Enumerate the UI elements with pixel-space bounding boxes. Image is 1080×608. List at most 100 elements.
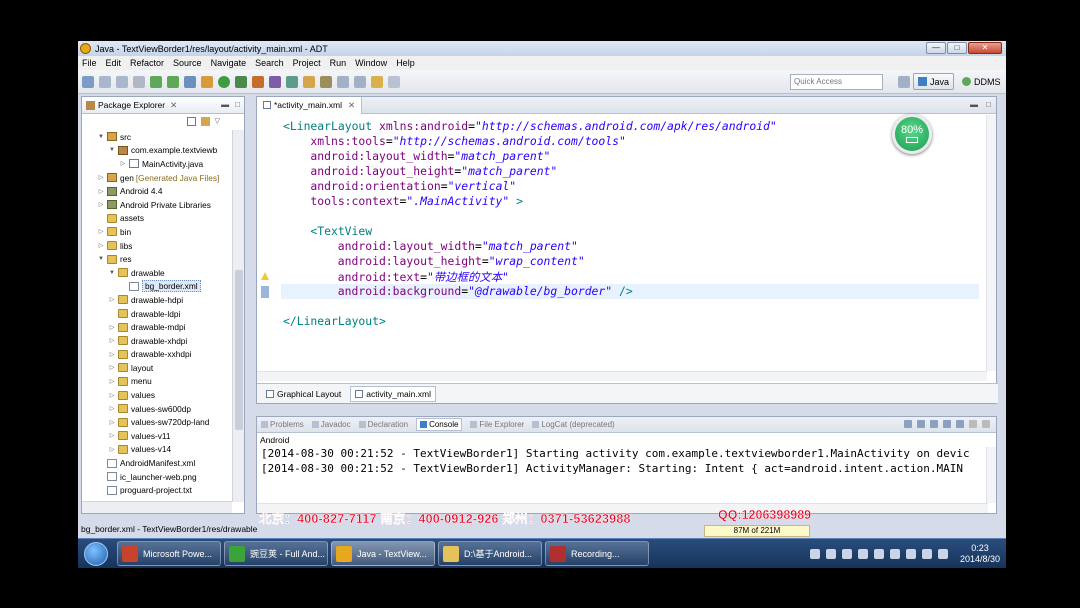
tree-item[interactable]: AndroidManifest.xml — [82, 456, 232, 470]
new-class-icon[interactable] — [286, 75, 298, 88]
tree-item[interactable]: ▷ libs — [82, 239, 232, 253]
expand-toggle-icon[interactable]: ▷ — [108, 351, 116, 358]
tree-item[interactable]: ▼ drawable — [82, 266, 232, 280]
save-icon[interactable] — [99, 75, 111, 88]
expand-toggle-icon[interactable]: ▷ — [108, 324, 116, 331]
tree-item[interactable]: ▷ values-v14 — [82, 443, 232, 457]
package-explorer-tab[interactable]: Package Explorer ✕ — [82, 97, 244, 114]
maximize-view-icon[interactable]: □ — [235, 100, 240, 109]
console-minimize-icon[interactable] — [969, 420, 977, 428]
console-view-tab[interactable]: LogCat (deprecated) — [532, 420, 615, 429]
next-annotation-icon[interactable] — [337, 75, 349, 88]
expand-toggle-icon[interactable]: ▷ — [108, 405, 116, 412]
display-console-icon[interactable] — [943, 420, 951, 428]
expand-toggle-icon[interactable]: ▷ — [97, 201, 105, 208]
console-view-tab[interactable]: Declaration — [358, 420, 408, 429]
speaker-icon[interactable] — [937, 549, 948, 559]
expand-toggle-icon[interactable]: ▼ — [108, 147, 116, 153]
expand-toggle-icon[interactable]: ▷ — [108, 419, 116, 426]
print-icon[interactable] — [133, 75, 145, 88]
clock[interactable]: 0:23 2014/8/30 — [960, 543, 1000, 565]
tree-item[interactable]: ▷ gen [Generated Java Files] — [82, 171, 232, 185]
menu-help[interactable]: Help — [396, 58, 415, 68]
tree-item[interactable]: ▼ com.example.textviewb — [82, 144, 232, 158]
editor-minimize-icon[interactable]: ▬ — [970, 100, 978, 109]
minimize-button[interactable]: — — [926, 42, 946, 54]
editor-vscrollbar[interactable] — [986, 115, 996, 371]
battery-badge[interactable]: 80% — [892, 114, 932, 154]
editor-maximize-icon[interactable]: □ — [986, 100, 991, 109]
maximize-button[interactable]: □ — [947, 42, 967, 54]
app-tray-icon[interactable] — [857, 549, 868, 559]
expand-toggle-icon[interactable]: ▷ — [97, 242, 105, 249]
open-console-icon[interactable] — [956, 420, 964, 428]
perspective-ddms-button[interactable]: DDMS — [957, 73, 1006, 90]
package-explorer-scrollbar[interactable] — [232, 130, 244, 502]
console-view-tab[interactable]: File Explorer — [470, 420, 524, 429]
forward-icon[interactable] — [388, 75, 400, 88]
expand-toggle-icon[interactable]: ▼ — [108, 270, 116, 276]
expand-toggle-icon[interactable]: ▷ — [119, 160, 127, 167]
console-view-tab[interactable]: Console — [416, 418, 463, 431]
pin-console-icon[interactable] — [930, 420, 938, 428]
clear-console-icon[interactable] — [904, 420, 912, 428]
volume-icon[interactable] — [889, 549, 900, 559]
window-title-bar[interactable]: Java - TextViewBorder1/res/layout/activi… — [78, 41, 1006, 56]
tree-item[interactable]: ▷ drawable-hdpi — [82, 293, 232, 307]
menu-file[interactable]: File — [82, 58, 97, 68]
taskbar-button[interactable]: 豌豆荚 - Full And... — [224, 541, 328, 566]
tree-item[interactable]: bg_border.xml — [82, 280, 232, 294]
scroll-lock-icon[interactable] — [917, 420, 925, 428]
tree-item[interactable]: ▷ drawable-xhdpi — [82, 334, 232, 348]
bluetooth-icon[interactable] — [905, 549, 916, 559]
expand-toggle-icon[interactable]: ▷ — [97, 174, 105, 181]
minimize-view-icon[interactable]: ▬ — [221, 100, 229, 109]
code-area[interactable]: <LinearLayout xmlns:android="http://sche… — [257, 115, 987, 371]
tree-item[interactable]: ▷ values-sw720dp-land — [82, 415, 232, 429]
lint-check-icon[interactable] — [184, 75, 196, 88]
close-button[interactable]: ✕ — [968, 42, 1002, 54]
tree-item[interactable]: ▷ Android Private Libraries — [82, 198, 232, 212]
editor-hscrollbar[interactable] — [257, 371, 987, 381]
menu-navigate[interactable]: Navigate — [211, 58, 247, 68]
link-with-editor-icon[interactable] — [200, 116, 210, 126]
expand-toggle-icon[interactable]: ▷ — [97, 228, 105, 235]
console-view-tab[interactable]: Javadoc — [311, 420, 351, 429]
xml-source-tab[interactable]: activity_main.xml — [350, 385, 436, 402]
package-explorer-hscrollbar[interactable] — [82, 501, 232, 513]
debug-icon[interactable] — [201, 75, 213, 88]
menu-run[interactable]: Run — [330, 58, 347, 68]
menu-refactor[interactable]: Refactor — [130, 58, 164, 68]
tree-item[interactable]: ▷ values — [82, 388, 232, 402]
expand-toggle-icon[interactable]: ▼ — [97, 256, 105, 262]
console-maximize-icon[interactable] — [982, 420, 990, 428]
tree-item[interactable]: ▷ MainActivity.java — [82, 157, 232, 171]
console-view-tab[interactable]: Problems — [261, 420, 304, 429]
taskbar-button[interactable]: Microsoft Powe... — [117, 541, 221, 566]
warning-icon[interactable] — [261, 272, 269, 280]
close-tab-icon[interactable]: ✕ — [170, 100, 177, 111]
heap-status[interactable]: 87M of 221M — [704, 525, 810, 537]
menu-search[interactable]: Search — [255, 58, 284, 68]
editor-tab-activity-main[interactable]: *activity_main.xml ✕ — [257, 96, 363, 114]
expand-toggle-icon[interactable]: ▷ — [108, 378, 116, 385]
expand-toggle-icon[interactable]: ▷ — [108, 446, 116, 453]
expand-toggle-icon[interactable]: ▷ — [108, 392, 116, 399]
tree-item[interactable]: ▷ bin — [82, 225, 232, 239]
start-button[interactable] — [78, 540, 114, 568]
expand-toggle-icon[interactable]: ▷ — [108, 337, 116, 344]
android-sdk-manager-icon[interactable] — [150, 75, 162, 88]
expand-toggle-icon[interactable]: ▷ — [97, 188, 105, 195]
tree-item[interactable]: ▷ drawable-xxhdpi — [82, 348, 232, 362]
tree-item[interactable]: ▷ Android 4.4 — [82, 184, 232, 198]
expand-toggle-icon[interactable]: ▼ — [97, 134, 105, 140]
expand-toggle-icon[interactable]: ▷ — [108, 432, 116, 439]
view-menu-icon[interactable]: ▽ — [215, 117, 220, 125]
save-all-icon[interactable] — [116, 75, 128, 88]
signal-icon[interactable] — [921, 549, 932, 559]
tree-item[interactable]: ▼ res — [82, 252, 232, 266]
menu-project[interactable]: Project — [293, 58, 321, 68]
tree-item[interactable]: ▷ layout — [82, 361, 232, 375]
taskbar-button[interactable]: Recording... — [545, 541, 649, 566]
back-icon[interactable] — [371, 75, 383, 88]
